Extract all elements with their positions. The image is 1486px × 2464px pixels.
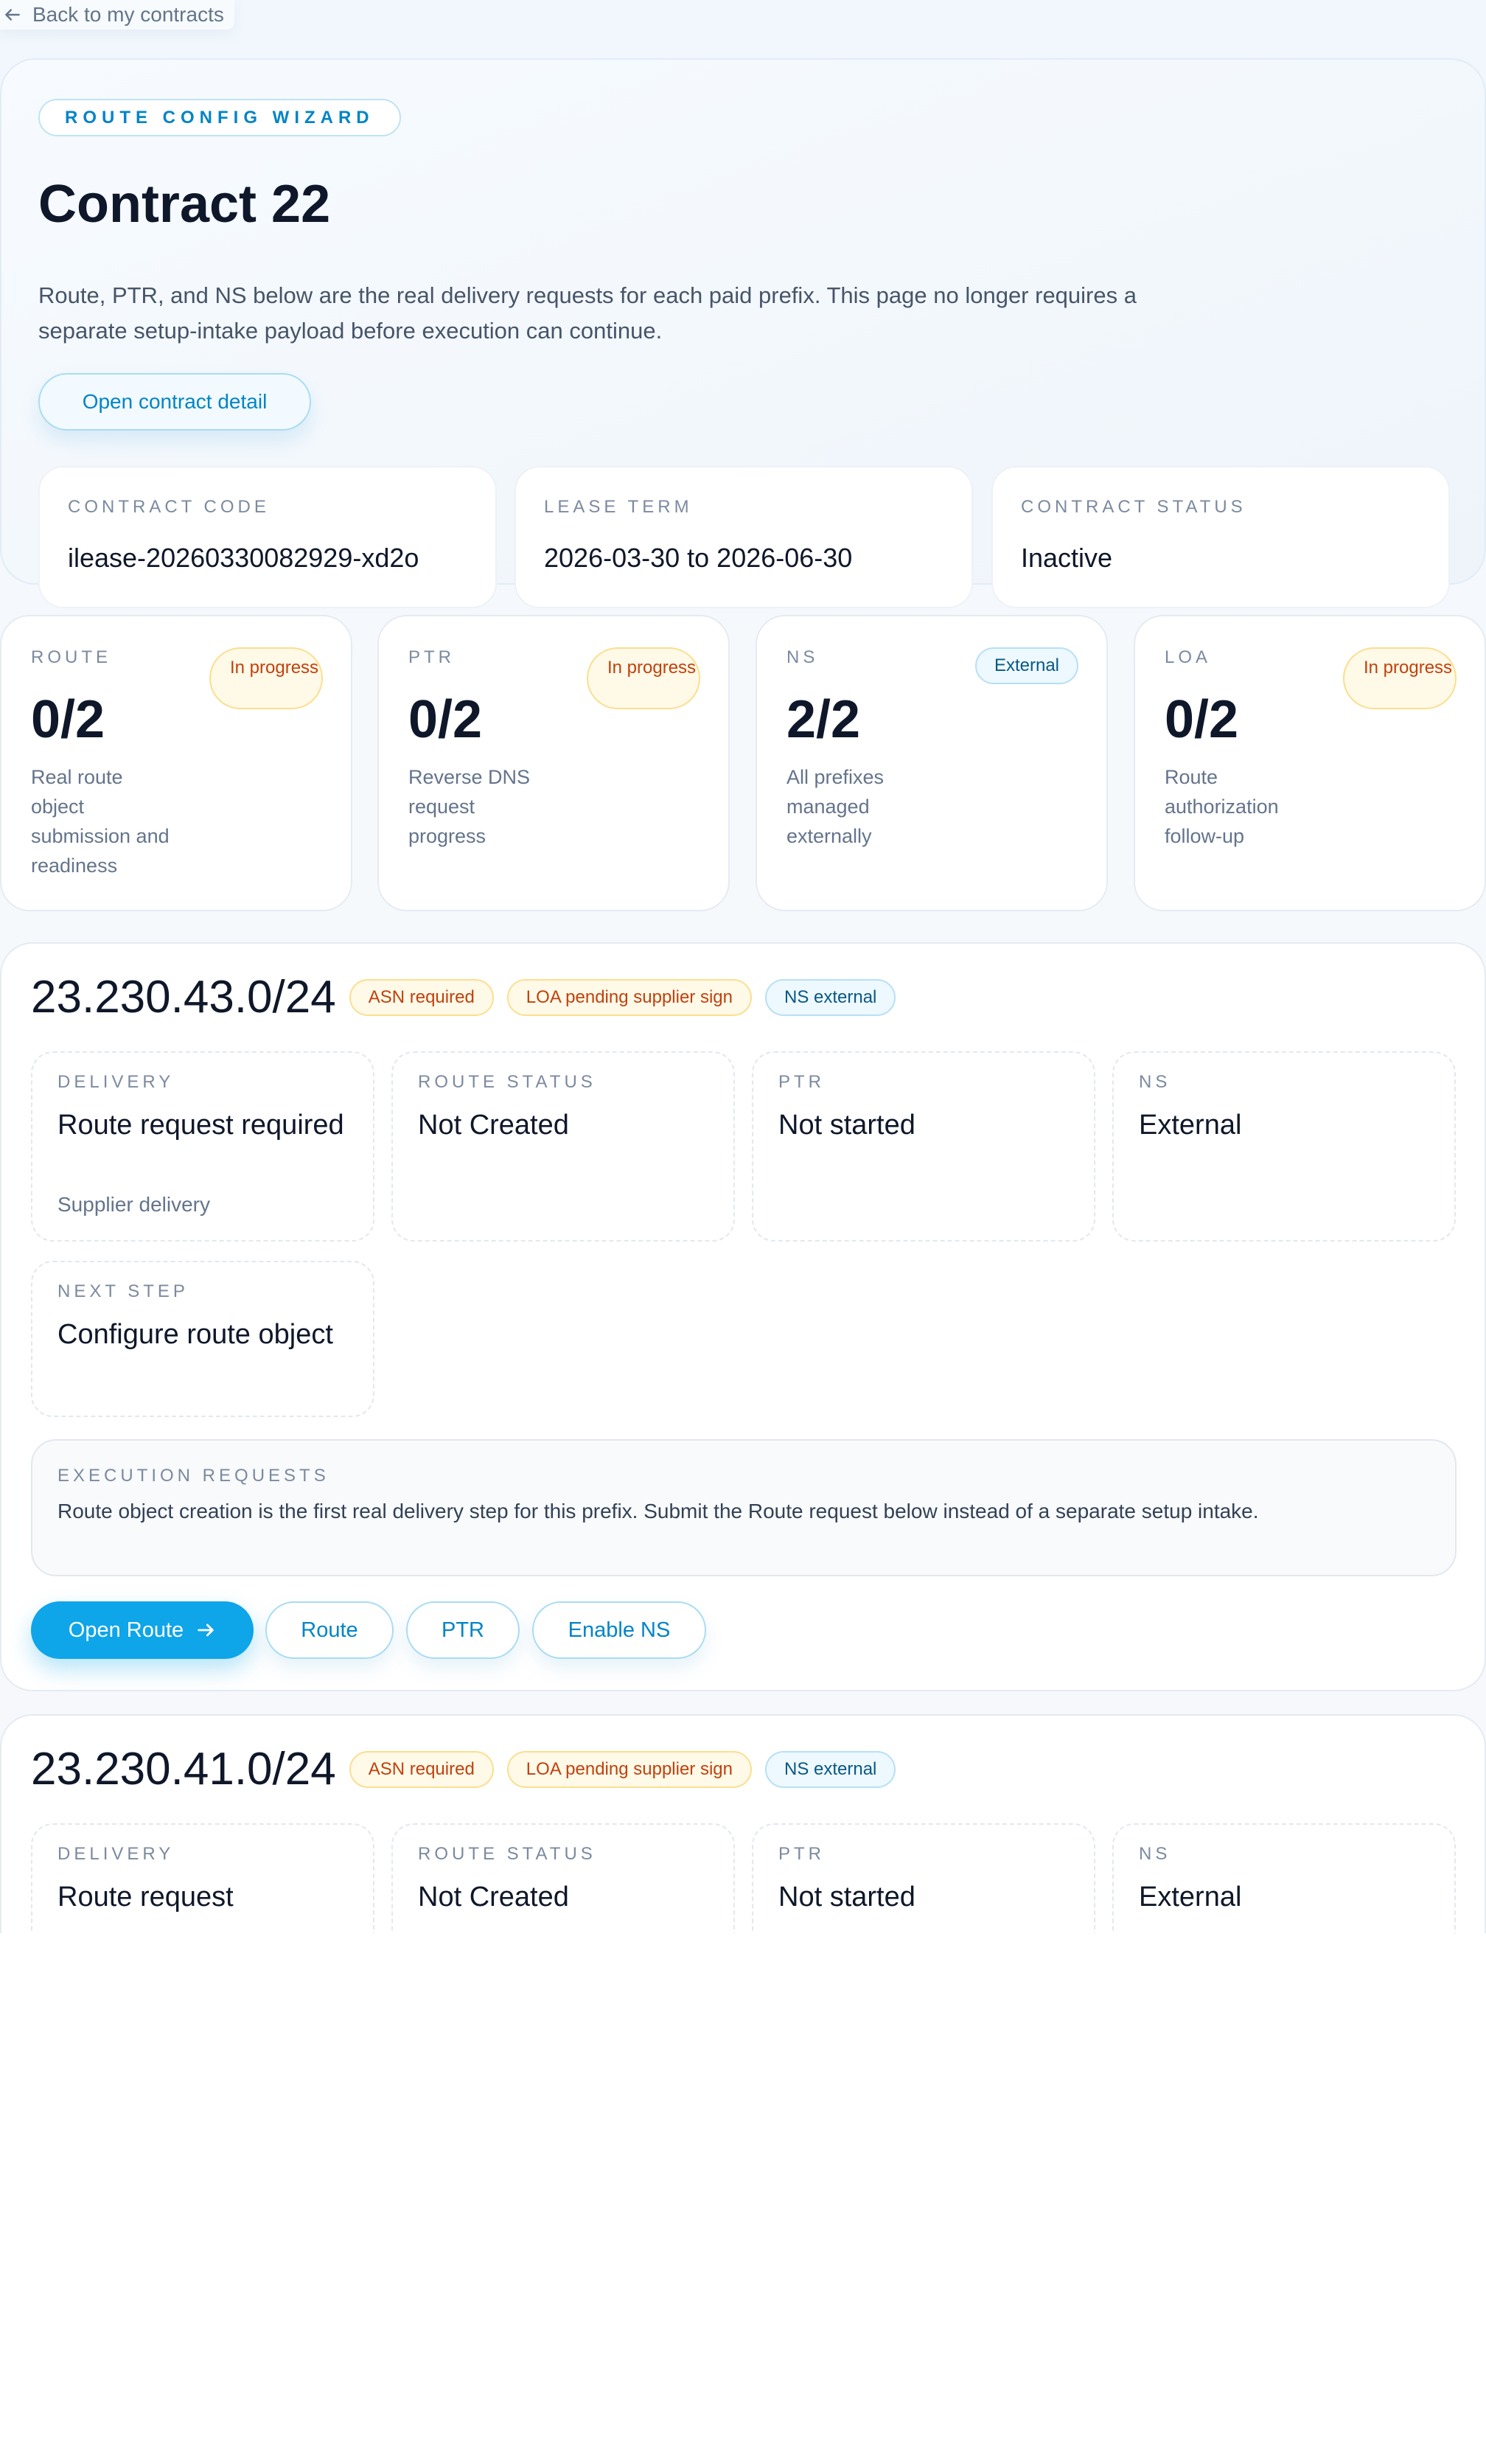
hero-panel: ROUTE CONFIG WIZARD Contract 22 Route, P… xyxy=(0,58,1486,608)
stat-value: 0/2 xyxy=(1165,690,1239,749)
field-subtext: Supplier delivery xyxy=(57,1193,210,1216)
ns-field: NS External xyxy=(1112,1823,1456,1933)
stat-description: All prefixes managed externally xyxy=(786,766,885,847)
field-value: External xyxy=(1139,1882,1242,1913)
stat-label: ROUTE xyxy=(31,647,111,667)
contract-code-label: CONTRACT CODE xyxy=(68,497,270,517)
back-to-contracts-link[interactable]: Back to my contracts xyxy=(0,0,234,29)
field-label: NS xyxy=(1139,1072,1171,1092)
field-label: ROUTE STATUS xyxy=(418,1072,596,1092)
field-value: Configure route object xyxy=(57,1319,333,1350)
stat-label: NS xyxy=(786,647,819,667)
ns-external-tag: NS external xyxy=(765,979,896,1016)
status-badge: In progress xyxy=(209,647,323,709)
stat-value: 2/2 xyxy=(786,690,861,749)
stat-description: Real route object submission and readine… xyxy=(31,766,170,877)
stat-description: Route authorization follow-up xyxy=(1165,766,1279,847)
prefix-card: 23.230.43.0/24 ASN required LOA pending … xyxy=(0,942,1486,1691)
field-value: Not Created xyxy=(418,1110,569,1141)
loa-pending-tag: LOA pending supplier sign xyxy=(506,1751,752,1788)
ptr-field: PTR Not started xyxy=(752,1051,1095,1242)
loa-pending-tag: LOA pending supplier sign xyxy=(506,979,752,1016)
field-value: Not Created xyxy=(418,1882,569,1913)
stat-value: 0/2 xyxy=(31,690,105,749)
contract-status-value: Inactive xyxy=(1021,543,1113,573)
route-button[interactable]: Route xyxy=(265,1601,394,1659)
ptr-button[interactable]: PTR xyxy=(406,1601,520,1659)
delivery-field: DELIVERY Route request required Supplier… xyxy=(31,1051,374,1242)
prefix-address: 23.230.41.0/24 xyxy=(31,1744,336,1795)
status-badge: In progress xyxy=(1343,647,1457,709)
ns-external-tag: NS external xyxy=(765,1751,896,1788)
execution-requests-panel: EXECUTION REQUESTS Route object creation… xyxy=(31,1439,1457,1576)
stat-card-ptr: PTR In progress 0/2 Reverse DNS request … xyxy=(377,615,730,911)
stat-value: 0/2 xyxy=(408,690,483,749)
field-label: ROUTE STATUS xyxy=(418,1844,596,1864)
stat-label: LOA xyxy=(1165,647,1212,667)
delivery-field: DELIVERY Route request xyxy=(31,1823,374,1933)
field-label: PTR xyxy=(778,1072,825,1092)
field-label: NS xyxy=(1139,1844,1171,1864)
enable-ns-button[interactable]: Enable NS xyxy=(532,1601,706,1659)
prefix-heading: 23.230.41.0/24 ASN required LOA pending … xyxy=(31,1744,896,1795)
lease-term-card: LEASE TERM 2026-03-30 to 2026-06-30 xyxy=(514,466,973,608)
arrow-left-icon xyxy=(5,9,20,21)
stat-label: PTR xyxy=(408,647,455,667)
stat-card-route: ROUTE In progress 0/2 Real route object … xyxy=(0,615,352,911)
field-value: Route request required xyxy=(57,1110,344,1141)
execution-requests-label: EXECUTION REQUESTS xyxy=(57,1466,329,1486)
contract-code-card: CONTRACT CODE ilease-20260330082929-xd2o xyxy=(38,466,497,608)
contract-status-label: CONTRACT STATUS xyxy=(1021,497,1246,517)
asn-required-tag: ASN required xyxy=(349,1751,494,1788)
stat-card-ns: NS External 2/2 All prefixes managed ext… xyxy=(756,615,1108,911)
field-label: DELIVERY xyxy=(57,1844,175,1864)
field-label: NEXT STEP xyxy=(57,1281,189,1301)
page-title: Contract 22 xyxy=(38,175,331,234)
back-link-label: Back to my contracts xyxy=(32,3,224,26)
stat-card-loa: LOA In progress 0/2 Route authorization … xyxy=(1134,615,1486,911)
open-route-label: Open Route xyxy=(68,1618,184,1642)
ptr-field: PTR Not started xyxy=(752,1823,1095,1933)
page-viewport: Back to my contracts ROUTE CONFIG WIZARD… xyxy=(0,0,1486,1933)
asn-required-tag: ASN required xyxy=(349,979,494,1016)
contract-status-card: CONTRACT STATUS Inactive xyxy=(991,466,1450,608)
wizard-pill: ROUTE CONFIG WIZARD xyxy=(38,99,401,136)
open-route-button[interactable]: Open Route xyxy=(31,1601,254,1659)
execution-requests-text: Route object creation is the first real … xyxy=(57,1500,1259,1522)
status-badge: External xyxy=(974,647,1078,684)
prefix-address: 23.230.43.0/24 xyxy=(31,972,336,1023)
prefix-heading: 23.230.43.0/24 ASN required LOA pending … xyxy=(31,972,896,1023)
stat-description: Reverse DNS request progress xyxy=(408,766,531,847)
contract-code-value: ilease-20260330082929-xd2o xyxy=(68,543,419,573)
ns-field: NS External xyxy=(1112,1051,1456,1242)
field-value: External xyxy=(1139,1110,1242,1141)
field-value: Route request xyxy=(57,1882,234,1913)
arrow-right-icon xyxy=(198,1623,214,1637)
lease-term-label: LEASE TERM xyxy=(544,497,693,517)
field-label: DELIVERY xyxy=(57,1072,175,1092)
field-label: PTR xyxy=(778,1844,825,1864)
route-status-field: ROUTE STATUS Not Created xyxy=(391,1051,735,1242)
field-value: Not started xyxy=(778,1882,915,1913)
hero-description: Route, PTR, and NS below are the real de… xyxy=(38,282,1137,344)
status-badge: In progress xyxy=(587,647,700,709)
prefix-card: 23.230.41.0/24 ASN required LOA pending … xyxy=(0,1714,1486,1933)
next-step-field: NEXT STEP Configure route object xyxy=(31,1261,374,1417)
field-value: Not started xyxy=(778,1110,915,1141)
open-contract-detail-button[interactable]: Open contract detail xyxy=(38,373,311,431)
route-status-field: ROUTE STATUS Not Created xyxy=(391,1823,735,1933)
lease-term-value: 2026-03-30 to 2026-06-30 xyxy=(544,543,853,573)
